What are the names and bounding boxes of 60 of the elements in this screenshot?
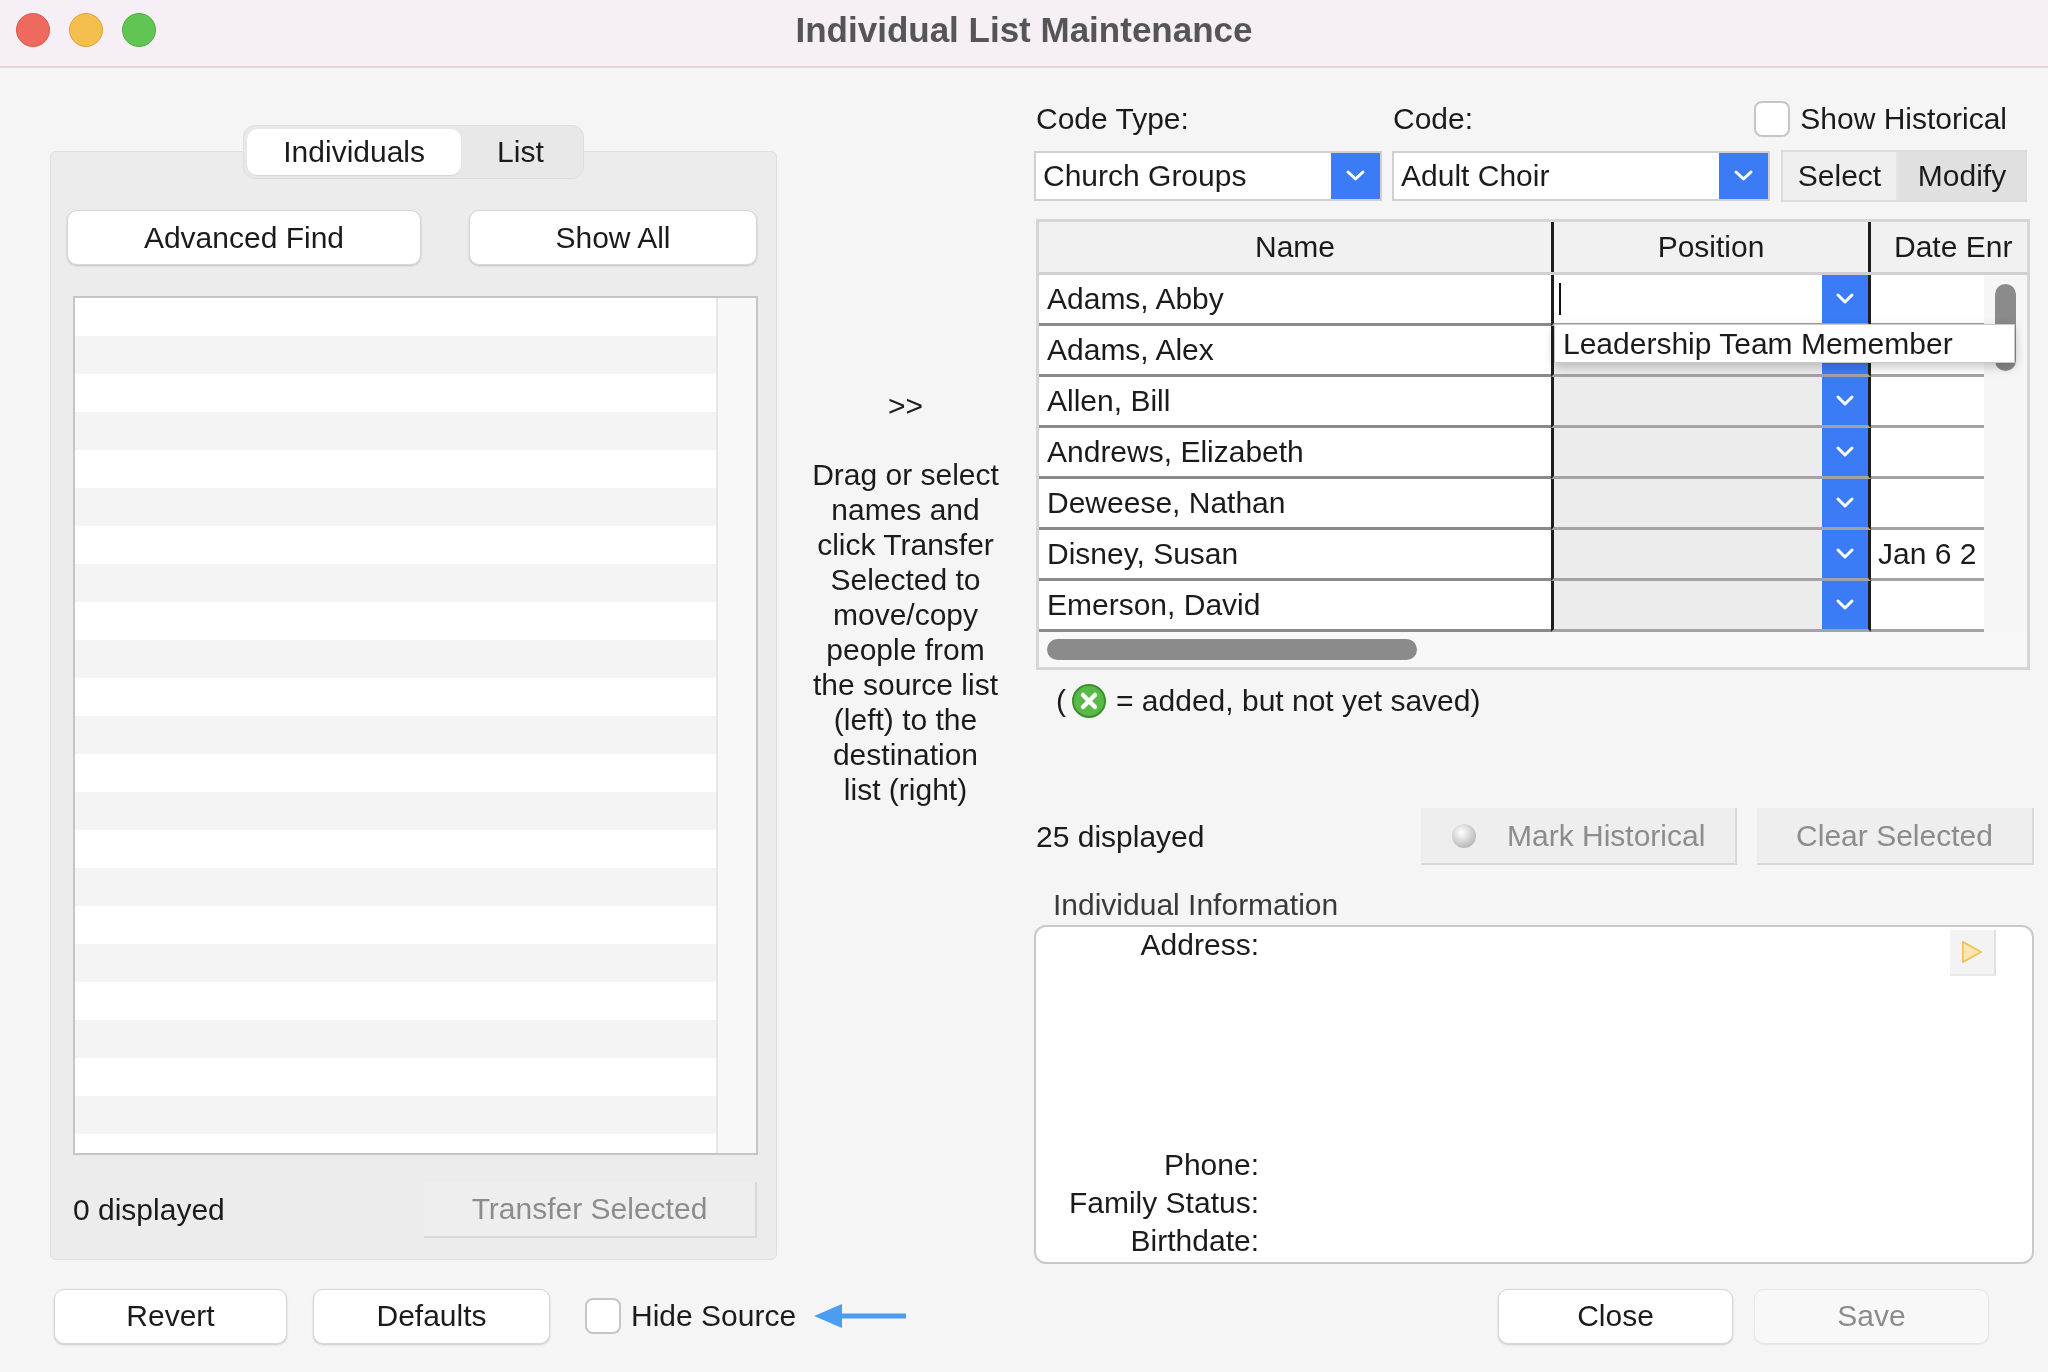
position-dropdown[interactable] xyxy=(1551,275,1871,326)
chevron-down-icon xyxy=(1822,428,1868,476)
field-label: Code Type: xyxy=(1036,102,1190,136)
tab[interactable]: List xyxy=(461,129,580,175)
menu-item[interactable]: Leadership Team Memember xyxy=(1555,326,1953,361)
scrollbar-track[interactable] xyxy=(716,298,756,1153)
count-label: 25 displayed xyxy=(1036,819,1205,854)
column-header[interactable]: Date Enr xyxy=(1871,222,2027,272)
chevron-down-icon xyxy=(1822,377,1868,425)
table-cell: Deweese, Nathan xyxy=(1039,479,1551,530)
advanced-find-button[interactable]: Advanced Find xyxy=(67,210,421,265)
code-dropdown[interactable]: Adult Choir xyxy=(1392,151,1770,201)
field-label: Code: xyxy=(1393,102,1474,136)
window-title: Individual List Maintenance xyxy=(795,10,1253,50)
code-type-dropdown[interactable]: Church Groups xyxy=(1034,151,1382,201)
field-label: Family Status: xyxy=(1067,1186,1259,1220)
table-cell: Jan 6 2 xyxy=(1871,530,1984,581)
x-circle-icon xyxy=(1072,684,1106,718)
count-label: 0 displayed xyxy=(73,1193,225,1227)
revert-button[interactable]: Revert xyxy=(54,1288,287,1344)
left-arrow-icon xyxy=(814,1303,907,1329)
column-header[interactable]: Position xyxy=(1551,222,1871,272)
chevron-down-icon xyxy=(1331,153,1380,199)
defaults-button[interactable]: Defaults xyxy=(313,1288,550,1344)
table-cell: Allen, Bill xyxy=(1039,377,1551,428)
mode-button[interactable]: Select xyxy=(1783,152,1896,200)
table-cell: Disney, Susan xyxy=(1039,530,1551,581)
table-cell: Emerson, David xyxy=(1039,581,1551,632)
close-button[interactable]: Close xyxy=(1498,1288,1733,1344)
scrollbar-track[interactable] xyxy=(1984,275,2027,632)
show-all-button[interactable]: Show All xyxy=(469,210,757,265)
legend-text: = added, but not yet saved) xyxy=(1116,684,1481,718)
column-header[interactable]: Name xyxy=(1039,222,1551,272)
field-label: Phone: xyxy=(1162,1148,1259,1182)
field-label: Address: xyxy=(1139,928,1259,963)
checkbox-label[interactable]: Show Historical xyxy=(1800,102,2007,136)
legend-text: ( xyxy=(1056,684,1066,718)
chevron-down-icon xyxy=(1822,530,1868,578)
tab[interactable]: Individuals xyxy=(247,129,462,175)
transfer-arrows-text: >> xyxy=(887,389,923,423)
instructions-text: Drag or select names and click Transfer Selected to move/copy people from the source list (left) to the destination list (right) xyxy=(811,457,1000,807)
text-cursor-icon xyxy=(1559,283,1561,315)
sphere-icon xyxy=(1452,823,1476,848)
window-zoom-button[interactable] xyxy=(122,13,156,47)
group-title: Individual Information xyxy=(1052,888,1339,922)
table-cell: Andrews, Elizabeth xyxy=(1039,428,1551,479)
hide-source-checkbox[interactable] xyxy=(585,1298,621,1334)
mode-button[interactable]: Modify xyxy=(1899,152,2025,200)
window-minimize-button[interactable] xyxy=(69,13,103,47)
show-historical-checkbox[interactable] xyxy=(1754,101,1791,137)
table-cell: Adams, Alex xyxy=(1039,326,1551,377)
field-label: Birthdate: xyxy=(1129,1224,1259,1258)
table-cell: Adams, Abby xyxy=(1039,275,1551,326)
window-close-button[interactable] xyxy=(16,13,50,47)
chevron-down-icon xyxy=(1719,153,1768,199)
chevron-down-icon xyxy=(1822,581,1868,629)
checkbox-label[interactable]: Hide Source xyxy=(631,1299,797,1333)
play-icon xyxy=(1961,940,1983,964)
scrollbar-thumb[interactable] xyxy=(1047,639,1417,660)
chevron-down-icon xyxy=(1822,479,1868,527)
